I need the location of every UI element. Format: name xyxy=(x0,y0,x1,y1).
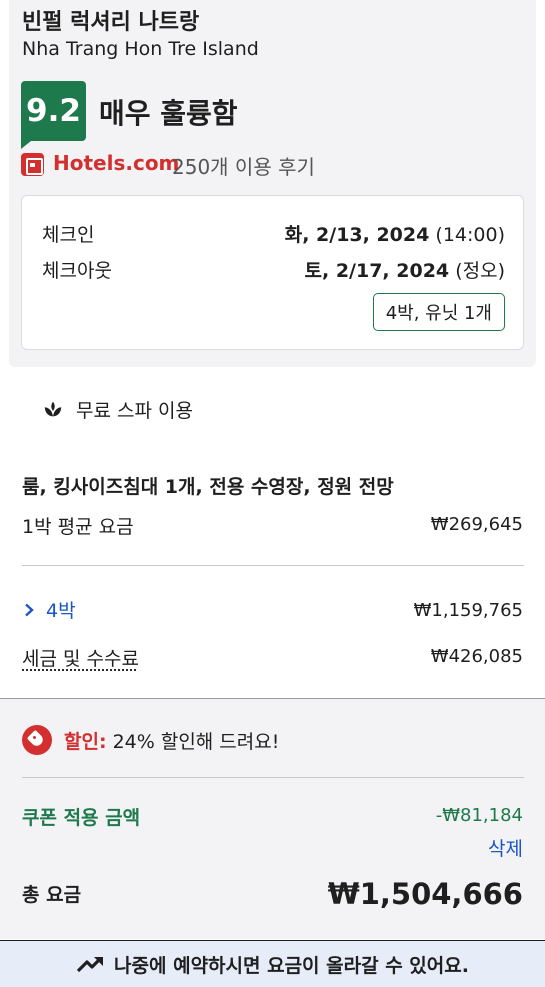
spa-icon xyxy=(44,401,62,416)
avg-nightly-value: ₩269,645 xyxy=(430,514,523,535)
checkin-date: 화, 2/13, 2024 xyxy=(284,224,430,246)
checkout-date: 토, 2/17, 2024 xyxy=(304,260,450,282)
discount-label: 할인: xyxy=(64,730,107,753)
rating-label: 매우 훌륭함 xyxy=(99,97,238,130)
rating-score-badge: 9.2 xyxy=(21,81,86,149)
coupon-label: 쿠폰 적용 금액 xyxy=(22,807,141,829)
amenity-text: 무료 스파 이용 xyxy=(76,400,193,422)
price-increase-banner: 나중에 예약하시면 요금이 올라갈 수 있어요. xyxy=(0,940,545,987)
checkout-time: (정오) xyxy=(455,260,505,282)
price-tag-icon xyxy=(22,725,52,755)
taxes-fees-link[interactable]: 세금 및 수수료 xyxy=(22,644,139,671)
room-title: 룸, 킹사이즈침대 1개, 전용 수영장, 정원 전망 xyxy=(22,476,394,498)
nights-label: 4박 xyxy=(46,600,76,622)
checkout-label: 체크아웃 xyxy=(42,260,112,282)
checkin-time: (14:00) xyxy=(435,224,505,246)
nights-value: ₩1,159,765 xyxy=(413,600,523,621)
discount-text: 24% 할인해 드려요! xyxy=(112,730,280,753)
nights-expand-toggle[interactable]: 4박 xyxy=(22,596,76,623)
hotels-com-logo-icon xyxy=(21,153,44,176)
coupon-amount: -₩81,184 xyxy=(435,805,523,826)
chevron-right-icon xyxy=(25,603,34,616)
avg-nightly-label: 1박 평균 요금 xyxy=(22,516,134,538)
hotel-name: 빈펄 럭셔리 나트랑 xyxy=(22,10,200,35)
amenity-row: 무료 스파 이용 xyxy=(42,396,193,423)
checkin-value: 화, 2/13, 2024 (14:00) xyxy=(285,220,505,247)
remove-coupon-link[interactable]: 삭제 xyxy=(488,834,523,861)
checkout-value: 토, 2/17, 2024 (정오) xyxy=(305,256,505,283)
total-label: 총 요금 xyxy=(22,884,82,906)
divider xyxy=(22,777,524,778)
banner-text: 나중에 예약하시면 요금이 올라갈 수 있어요. xyxy=(114,954,469,977)
taxes-fees-value: ₩426,085 xyxy=(430,646,523,667)
discount-row: 할인: 24% 할인해 드려요! xyxy=(22,725,279,755)
divider xyxy=(22,565,524,566)
checkin-label: 체크인 xyxy=(42,224,95,246)
hotel-location: Nha Trang Hon Tre Island xyxy=(22,38,259,60)
review-source-brand: Hotels.com xyxy=(53,151,180,175)
review-count[interactable]: 250개 이용 후기 xyxy=(172,151,315,180)
total-amount: ₩1,504,666 xyxy=(327,877,523,911)
stay-dates-card: 체크인 화, 2/13, 2024 (14:00) 체크아웃 토, 2/17, … xyxy=(21,195,524,350)
nights-units-pill: 4박, 유닛 1개 xyxy=(372,293,505,331)
trending-up-icon xyxy=(76,956,104,973)
